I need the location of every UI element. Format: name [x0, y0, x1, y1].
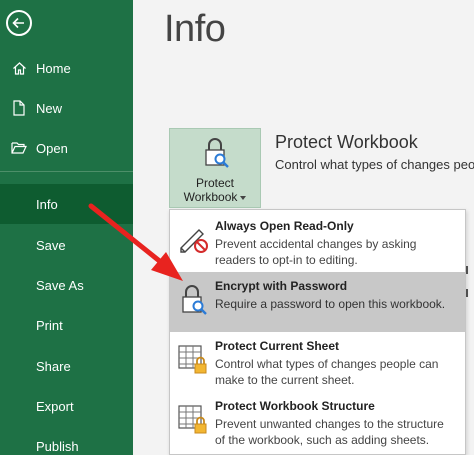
- menu-item-encrypt-with-password[interactable]: Encrypt with Password Require a password…: [170, 272, 465, 332]
- backstage-sidebar: Home New Open Info Save Save As Print Sh…: [0, 0, 133, 455]
- nav-open-label: Open: [36, 140, 68, 156]
- protect-button-label-line1: Protect: [195, 176, 234, 190]
- menu-item-always-open-read-only[interactable]: Always Open Read-Only Prevent accidental…: [170, 212, 465, 272]
- menu-item-title: Always Open Read-Only: [215, 219, 354, 233]
- nav-share-label: Share: [36, 358, 71, 374]
- sheet-lock-icon: [177, 342, 209, 376]
- back-arrow-icon[interactable]: [6, 10, 32, 36]
- nav-share[interactable]: Share: [0, 346, 133, 386]
- menu-item-description: Require a password to open this workbook…: [215, 297, 446, 311]
- nav-save-label: Save: [36, 237, 66, 253]
- menu-item-title: Protect Current Sheet: [215, 339, 340, 353]
- nav-save-as-label: Save As: [36, 277, 84, 293]
- nav-save[interactable]: Save: [0, 225, 133, 265]
- nav-save-as[interactable]: Save As: [0, 265, 133, 305]
- home-icon: [11, 60, 27, 76]
- protect-button-label-line2: Workbook: [184, 190, 247, 204]
- nav-info-label: Info: [36, 196, 58, 212]
- menu-item-description: Control what types of changes people can…: [215, 357, 439, 387]
- pencil-no-icon: [177, 222, 209, 256]
- nav-home[interactable]: Home: [0, 48, 133, 88]
- workbook-lock-icon: [177, 402, 209, 436]
- menu-item-protect-workbook-structure[interactable]: Protect Workbook Structure Prevent unwan…: [170, 392, 465, 452]
- folder-open-icon: [11, 140, 27, 156]
- new-document-icon: [11, 100, 27, 116]
- nav-export-label: Export: [36, 398, 74, 414]
- nav-export[interactable]: Export: [0, 386, 133, 426]
- page-title: Info: [164, 8, 226, 50]
- nav-new-label: New: [36, 100, 63, 116]
- lock-key-icon: [177, 282, 209, 316]
- protect-workbook-description: Control what types of changes people: [275, 157, 474, 172]
- protect-workbook-button[interactable]: Protect Workbook: [169, 128, 261, 208]
- protect-workbook-title: Protect Workbook: [275, 132, 418, 152]
- sidebar-divider: [0, 171, 133, 172]
- menu-item-protect-current-sheet[interactable]: Protect Current Sheet Control what types…: [170, 332, 465, 392]
- menu-item-title: Encrypt with Password: [215, 279, 348, 293]
- nav-print-label: Print: [36, 317, 63, 333]
- nav-publish-label: Publish: [36, 438, 79, 454]
- chevron-down-icon: [240, 195, 247, 200]
- nav-open[interactable]: Open: [0, 128, 133, 168]
- menu-item-title: Protect Workbook Structure: [215, 399, 375, 413]
- nav-print[interactable]: Print: [0, 305, 133, 345]
- nav-info[interactable]: Info: [0, 184, 133, 224]
- menu-item-description: Prevent accidental changes by asking rea…: [215, 237, 417, 267]
- protect-workbook-menu: Always Open Read-Only Prevent accidental…: [169, 209, 466, 455]
- nav-new[interactable]: New: [0, 88, 133, 128]
- menu-item-description: Prevent unwanted changes to the structur…: [215, 417, 444, 447]
- nav-home-label: Home: [36, 60, 71, 76]
- nav-publish[interactable]: Publish: [0, 426, 133, 455]
- lock-key-icon: [200, 137, 230, 174]
